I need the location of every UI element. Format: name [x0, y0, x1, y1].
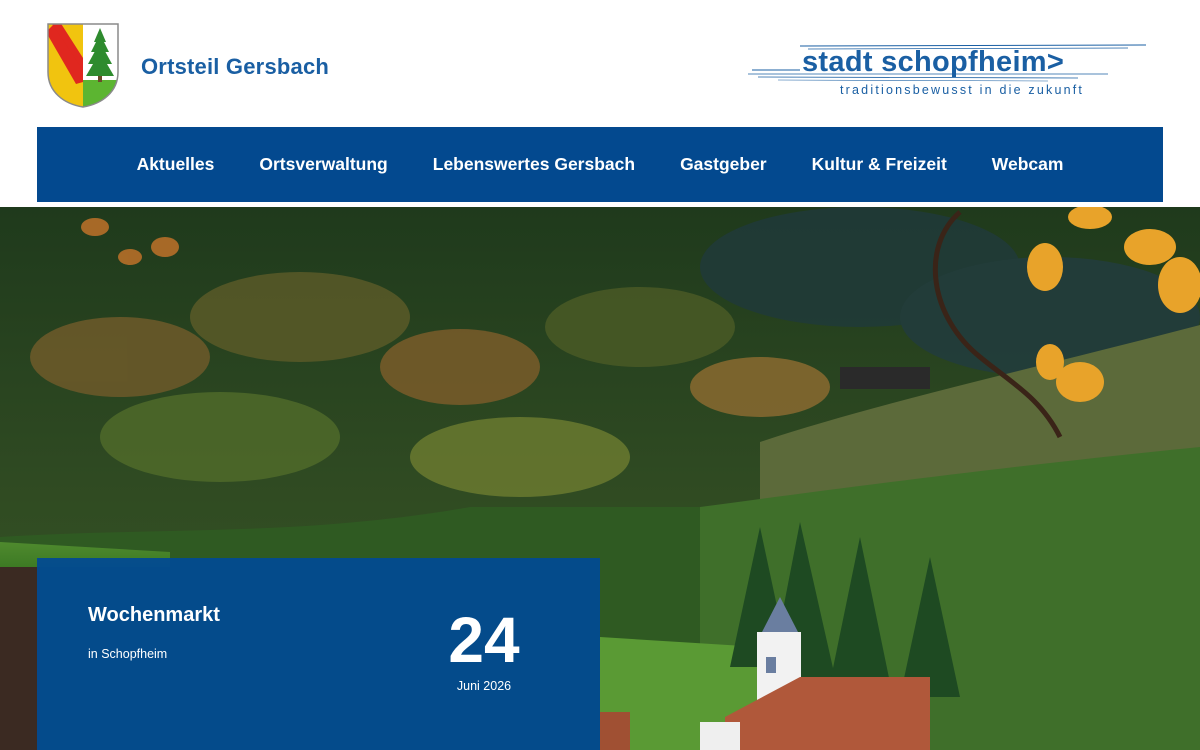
brand-name: stadt schopfheim>	[802, 46, 1065, 78]
nav-item-kultur-freizeit[interactable]: Kultur & Freizeit	[789, 127, 969, 202]
event-date-month: Juni 2026	[456, 679, 512, 693]
brand-tagline: traditionsbewusst in die zukunft	[840, 83, 1085, 97]
nav-item-webcam[interactable]: Webcam	[969, 127, 1086, 202]
nav-item-aktuelles[interactable]: Aktuelles	[114, 127, 237, 202]
nav-item-gastgeber[interactable]: Gastgeber	[658, 127, 790, 202]
coat-of-arms-icon[interactable]	[46, 22, 120, 108]
main-navigation: Aktuelles Ortsverwaltung Lebenswertes Ge…	[37, 127, 1163, 202]
event-title[interactable]: Wochenmarkt	[88, 604, 220, 627]
site-header: Ortsteil Gersbach stadt schopfheim> trad…	[0, 0, 1200, 127]
nav-item-lebenswertes-gersbach[interactable]: Lebenswertes Gersbach	[410, 127, 657, 202]
stadt-schopfheim-logo[interactable]: stadt schopfheim> traditionsbewusst in d…	[748, 40, 1150, 102]
event-teaser-card[interactable]: Wochenmarkt in Schopfheim 24 Juni 2026	[37, 558, 600, 750]
event-date-day: 24	[448, 604, 520, 676]
event-location: in Schopfheim	[88, 647, 168, 661]
site-title[interactable]: Ortsteil Gersbach	[141, 54, 329, 80]
nav-item-ortsverwaltung[interactable]: Ortsverwaltung	[237, 127, 410, 202]
nav-list: Aktuelles Ortsverwaltung Lebenswertes Ge…	[37, 127, 1163, 202]
